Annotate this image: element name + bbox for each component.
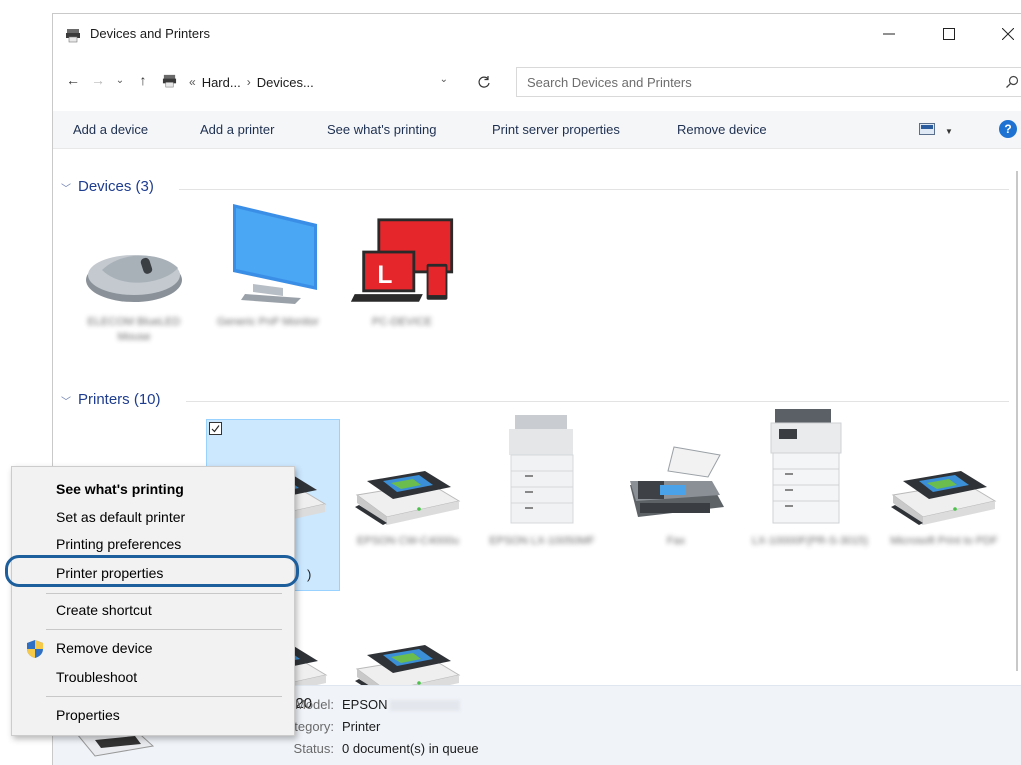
printer-tile[interactable]: EPSON LX-10050MF xyxy=(475,415,609,587)
printer-icon xyxy=(891,425,997,525)
collapse-chevron-icon: ﹀ xyxy=(61,184,71,195)
menu-item-printing-preferences[interactable]: Printing preferences xyxy=(56,536,181,552)
printers-group-title: Printers (10) xyxy=(78,391,161,408)
printer-tile[interactable] xyxy=(341,599,475,699)
menu-item-properties[interactable]: Properties xyxy=(56,707,120,723)
status-label: Status: xyxy=(293,741,334,756)
details-status-row: Status: 0 document(s) in queue xyxy=(272,741,479,756)
device-tile-mouse[interactable]: ELECOM BlueLED Mouse xyxy=(67,198,201,368)
printer-label: Fax xyxy=(666,535,686,547)
vertical-scrollbar[interactable] xyxy=(1016,171,1018,671)
monitor-icon xyxy=(215,204,321,306)
menu-separator xyxy=(46,629,282,630)
mouse-icon xyxy=(81,206,187,306)
view-dropdown-icon: ▼ xyxy=(945,126,953,136)
breadcrumb-item-devices[interactable]: Devices... xyxy=(257,75,314,90)
printer-icon xyxy=(355,425,461,525)
printer-tile[interactable]: Fax xyxy=(609,417,743,587)
shield-icon xyxy=(26,639,44,664)
printer-label: EPSON CW-C4000u xyxy=(357,535,459,547)
menu-item-remove-device[interactable]: Remove device xyxy=(56,640,153,656)
device-label: PC-DEVICE xyxy=(372,316,432,328)
help-icon[interactable]: ? xyxy=(999,120,1017,138)
menu-item-set-default-printer[interactable]: Set as default printer xyxy=(56,509,185,525)
breadcrumb[interactable]: « Hard... › Devices... ⌄ xyxy=(158,68,466,96)
menu-item-see-whats-printing[interactable]: See what's printing xyxy=(56,481,184,497)
view-icon xyxy=(919,122,935,140)
menu-separator xyxy=(46,593,282,594)
status-value: 0 document(s) in queue xyxy=(342,741,479,756)
svg-text:L: L xyxy=(377,262,392,289)
menu-item-printer-properties[interactable]: Printer properties xyxy=(56,565,163,581)
office-printer-icon xyxy=(489,415,595,525)
printer-label: ) xyxy=(307,567,312,582)
add-device-button[interactable]: Add a device xyxy=(73,122,148,137)
printer-icon xyxy=(355,599,461,699)
command-bar: Add a device Add a printer See what's pr… xyxy=(53,111,1021,149)
fax-icon xyxy=(623,425,729,525)
remove-device-button[interactable]: Remove device xyxy=(677,122,767,137)
maximize-button[interactable] xyxy=(926,14,972,54)
context-menu: See what's printing Set as default print… xyxy=(11,466,295,736)
collapse-chevron-icon: ﹀ xyxy=(61,397,71,408)
breadcrumb-separator-icon: › xyxy=(246,75,251,89)
printer-tile[interactable]: LX-10000F(PR-S-3015) xyxy=(743,409,877,587)
address-bar: ← → ⌄ ↑ « Hard... › Devices... ⌄ xyxy=(53,58,1021,102)
up-arrow-icon[interactable]: ↑ xyxy=(133,70,153,90)
printer-label: LX-10000F(PR-S-3015) xyxy=(751,535,869,547)
menu-separator xyxy=(46,696,282,697)
printer-label: EPSON LX-10050MF xyxy=(489,535,595,547)
model-value: EPSON xyxy=(342,697,460,712)
menu-item-create-shortcut[interactable]: Create shortcut xyxy=(56,602,152,618)
printers-group-header[interactable]: ﹀ Printers (10) xyxy=(61,391,161,408)
close-button[interactable] xyxy=(985,14,1021,54)
category-value: Printer xyxy=(342,719,381,734)
device-tile-computer[interactable]: L PC-DEVICE xyxy=(335,198,469,368)
office-printer-icon xyxy=(757,409,863,525)
printer-tile[interactable]: Microsoft Print to PDF xyxy=(877,417,1011,587)
recent-locations-chevron-icon[interactable]: ⌄ xyxy=(110,70,130,90)
devices-group-title: Devices (3) xyxy=(78,178,154,195)
forward-arrow-icon[interactable]: → xyxy=(88,70,108,90)
group-divider xyxy=(186,401,1009,402)
address-dropdown-chevron-icon[interactable]: ⌄ xyxy=(440,74,448,85)
group-divider xyxy=(179,189,1009,190)
title-bar: Devices and Printers xyxy=(53,14,1021,58)
menu-item-troubleshoot[interactable]: Troubleshoot xyxy=(56,669,137,685)
search-icon[interactable] xyxy=(1005,75,1019,94)
add-printer-button[interactable]: Add a printer xyxy=(200,122,274,137)
minimize-button[interactable] xyxy=(866,14,912,54)
details-model-row: Model: EPSON xyxy=(272,697,460,712)
devices-group-header[interactable]: ﹀ Devices (3) xyxy=(61,178,154,195)
devices-and-printers-icon xyxy=(65,27,81,48)
back-arrow-icon[interactable]: ← xyxy=(63,70,83,90)
search-input[interactable] xyxy=(527,74,967,90)
devices-and-printers-icon xyxy=(162,73,177,91)
printer-tile[interactable]: EPSON CW-C4000u xyxy=(341,417,475,587)
change-view-button[interactable]: ▼ xyxy=(919,122,953,140)
print-server-properties-button[interactable]: Print server properties xyxy=(492,122,620,137)
search-box[interactable] xyxy=(516,67,1021,97)
computer-icon: L xyxy=(349,206,455,306)
device-tile-monitor[interactable]: Generic PnP Monitor xyxy=(201,198,335,368)
window-title: Devices and Printers xyxy=(90,26,210,41)
printer-label: Microsoft Print to PDF xyxy=(890,535,998,547)
device-label: Generic PnP Monitor xyxy=(217,316,319,328)
breadcrumb-item-hardware[interactable]: Hard... xyxy=(202,75,241,90)
breadcrumb-overflow-icon[interactable]: « xyxy=(189,75,196,89)
see-whats-printing-button[interactable]: See what's printing xyxy=(327,122,436,137)
refresh-icon[interactable] xyxy=(471,69,497,95)
device-label: ELECOM BlueLED Mouse xyxy=(87,316,181,343)
